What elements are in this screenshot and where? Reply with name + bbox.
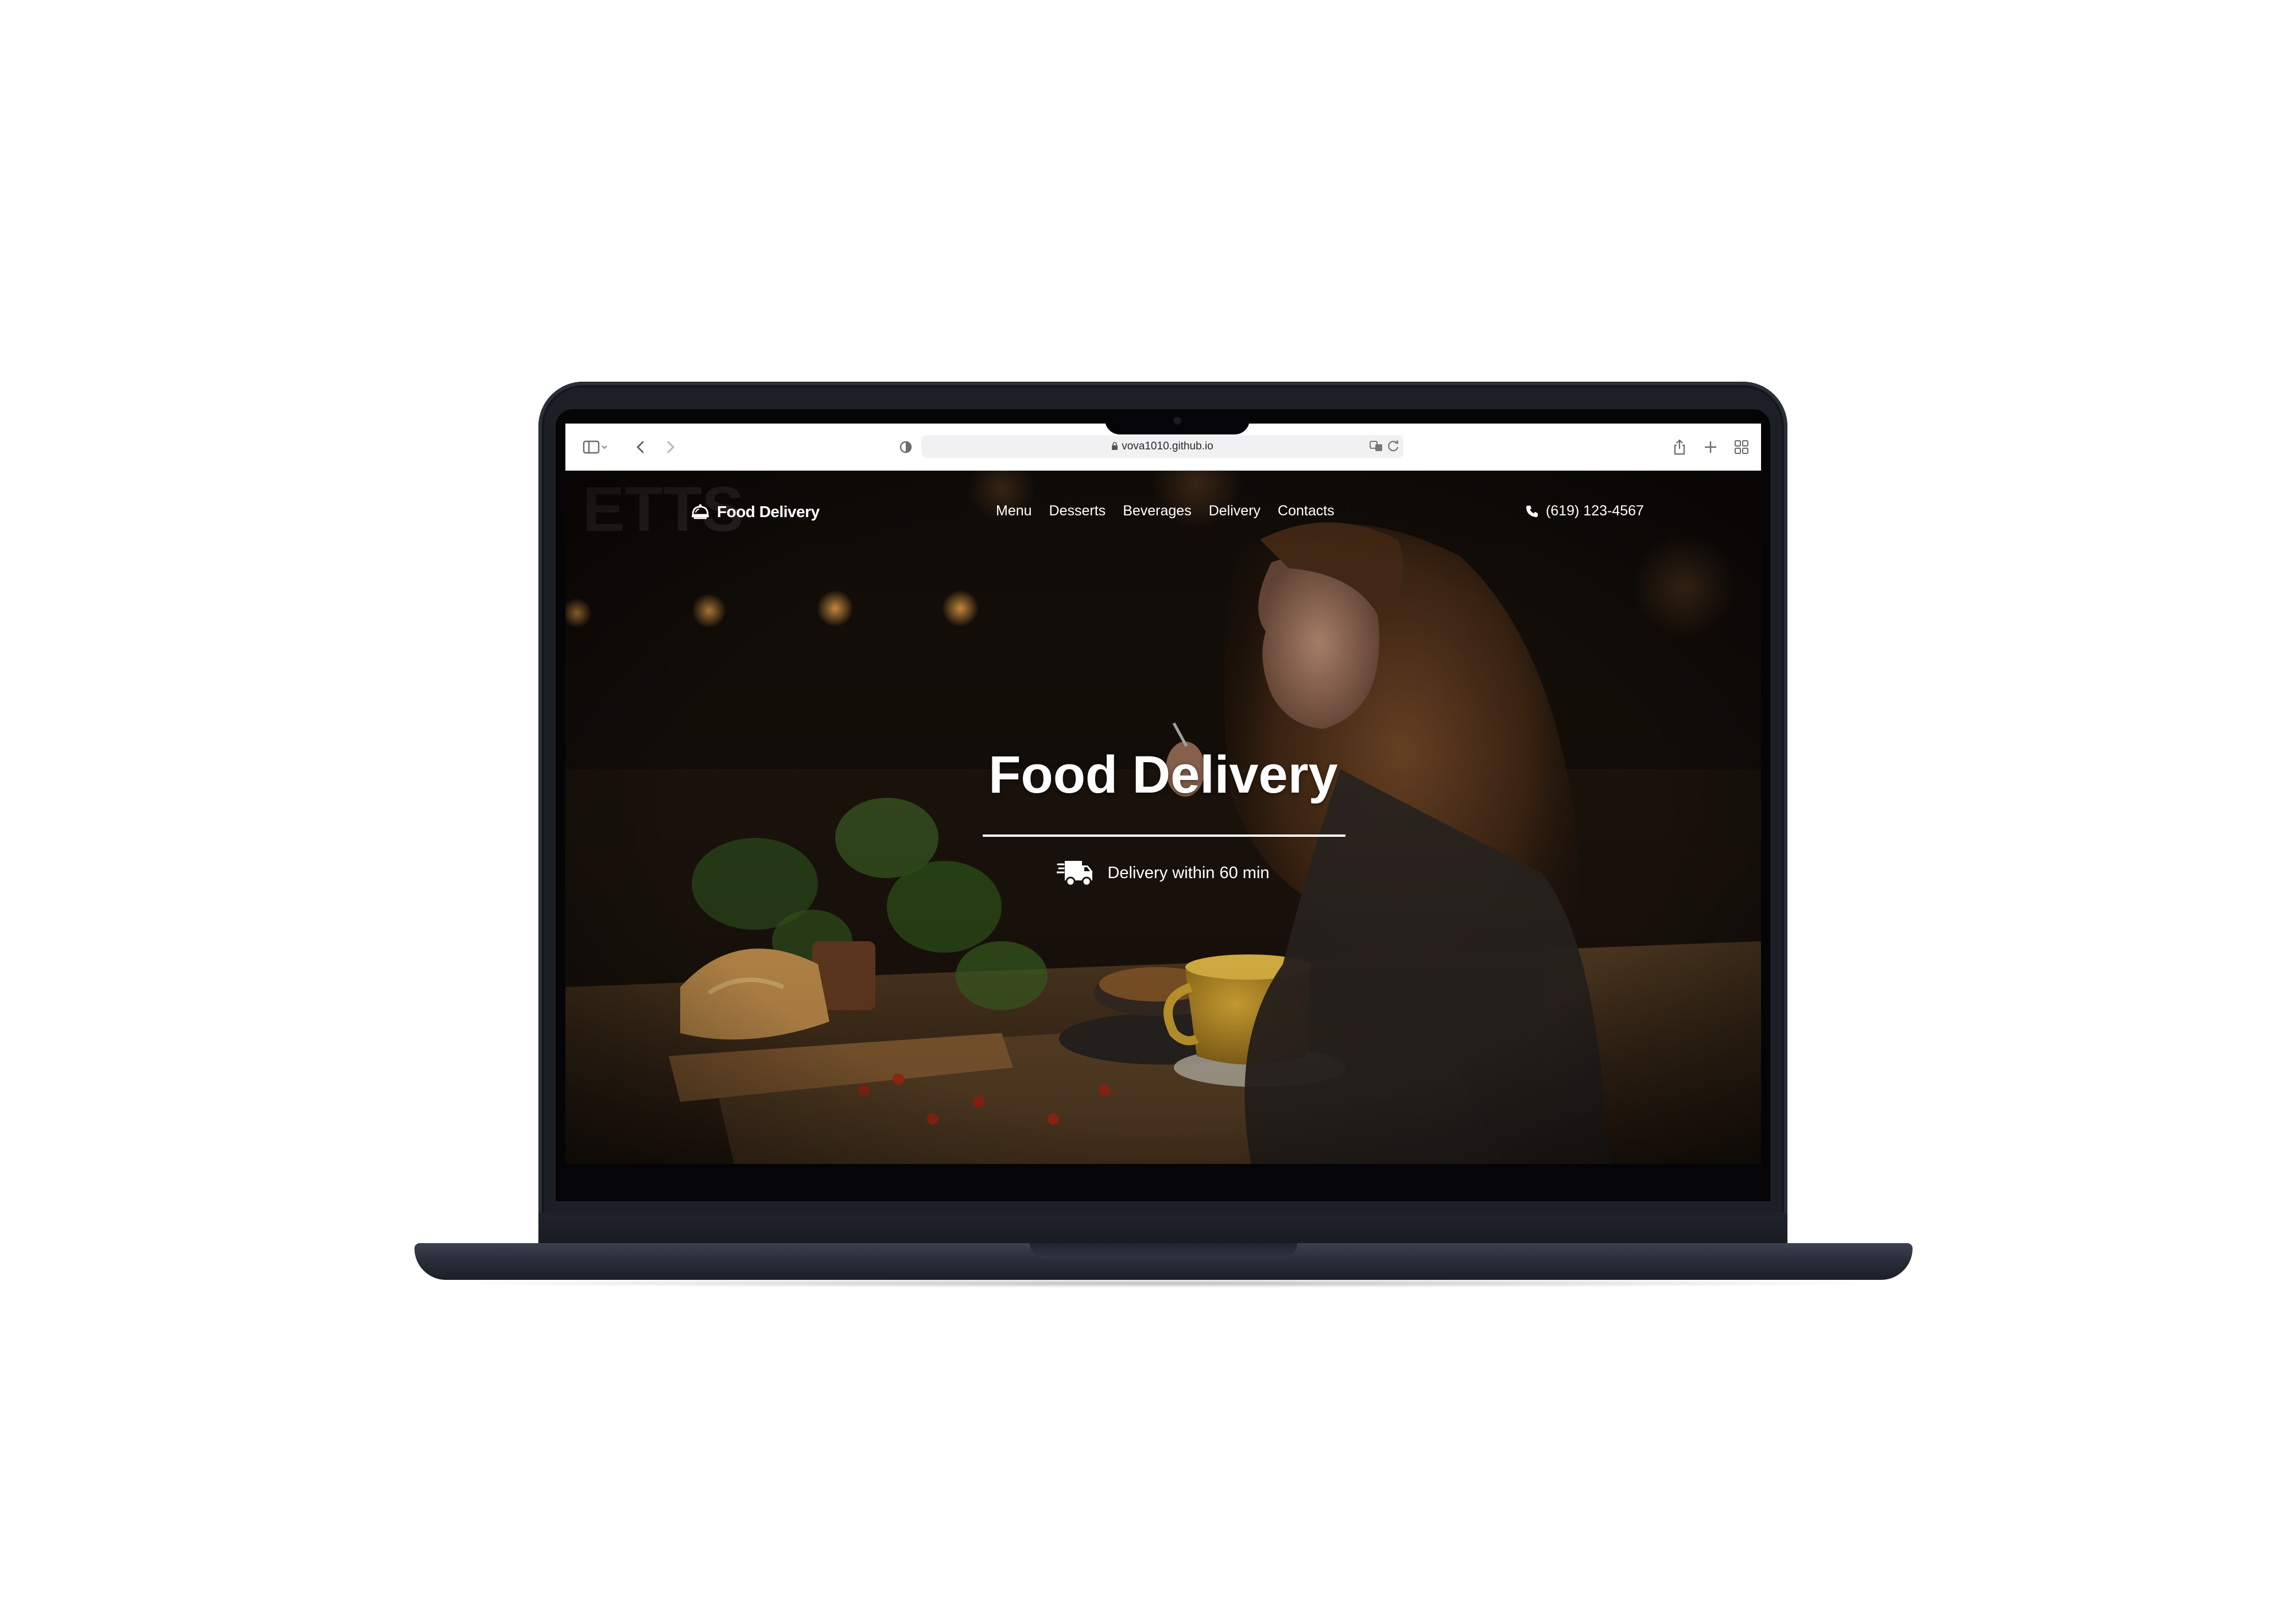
nav-item-delivery[interactable]: Delivery bbox=[1209, 503, 1261, 519]
nav-item-contacts[interactable]: Contacts bbox=[1278, 503, 1335, 519]
hero-title: Food Delivery bbox=[988, 746, 1338, 804]
nav-item-desserts[interactable]: Desserts bbox=[1049, 503, 1106, 519]
address-bar[interactable]: vova1010.github.io bbox=[921, 435, 1403, 458]
back-arrow-icon[interactable] bbox=[632, 438, 649, 456]
translate-icon[interactable] bbox=[1369, 438, 1384, 453]
forward-arrow-icon[interactable] bbox=[662, 438, 679, 456]
nav-item-beverages[interactable]: Beverages bbox=[1123, 503, 1192, 519]
hero-subtitle-row: Delivery within 60 min bbox=[565, 857, 1761, 888]
reload-icon[interactable] bbox=[1386, 438, 1401, 453]
lock-icon bbox=[1112, 442, 1118, 450]
base-opening-lip bbox=[1030, 1243, 1297, 1258]
laptop-shadow bbox=[436, 1279, 1894, 1288]
url-text: vova1010.github.io bbox=[1122, 440, 1213, 452]
food-cloche-icon bbox=[692, 504, 709, 519]
brand-name: Food Delivery bbox=[717, 503, 820, 521]
laptop-base bbox=[414, 1243, 1913, 1280]
phone-number: (619) 123-4567 bbox=[1546, 503, 1644, 519]
tab-overview-icon[interactable] bbox=[1733, 438, 1750, 456]
laptop-screen: vova1010.github.io Food Delivery Menu De… bbox=[565, 424, 1761, 1179]
site-logo[interactable]: Food Delivery bbox=[691, 500, 820, 523]
camera-notch bbox=[1105, 409, 1250, 434]
hero-divider bbox=[983, 834, 1345, 837]
phone-icon bbox=[1526, 505, 1538, 517]
hero-section: ETTS bbox=[565, 471, 1761, 1179]
phone-link[interactable]: (619) 123-4567 bbox=[1525, 503, 1644, 519]
privacy-shield-icon[interactable] bbox=[897, 438, 914, 456]
new-tab-icon[interactable] bbox=[1702, 438, 1719, 456]
camera-icon bbox=[1174, 417, 1181, 424]
hero-subtitle: Delivery within 60 min bbox=[1107, 863, 1270, 882]
screen-bottom-edge bbox=[565, 1164, 1761, 1179]
nav-item-menu[interactable]: Menu bbox=[996, 503, 1032, 519]
share-icon[interactable] bbox=[1671, 438, 1688, 456]
delivery-truck-icon bbox=[1057, 861, 1093, 887]
main-nav: Menu Desserts Beverages Delivery Contact… bbox=[996, 503, 1335, 519]
sidebar-toggle-icon[interactable] bbox=[583, 438, 608, 456]
hero-overlay bbox=[565, 471, 1761, 1179]
